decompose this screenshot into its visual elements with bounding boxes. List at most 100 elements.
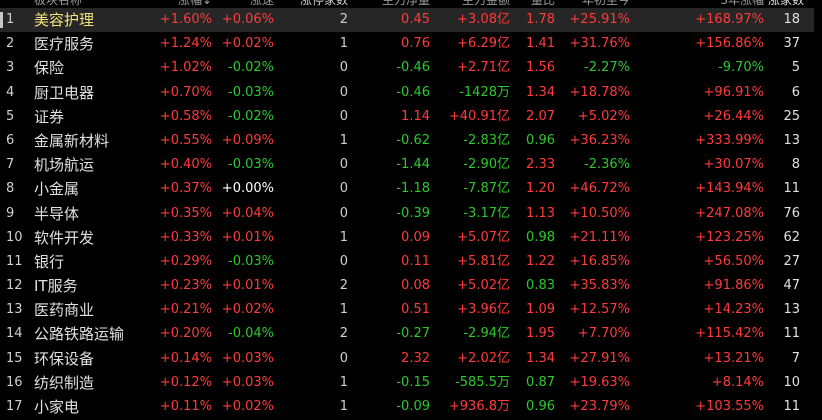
net-amount: +936.8万 [448,399,510,414]
net-volume: 0.76 [401,36,430,52]
net-amount: -1428万 [459,84,510,100]
net-amount: +2.71亿 [457,60,510,76]
header-net-volume[interactable]: 主力净量 [368,0,430,8]
table-row[interactable]: 16 纺织制造 +0.12% +0.03% 1 -0.15 -585.5万 0.87 +19.6… [0,371,822,395]
change-speed: +0.01% [221,229,274,245]
header-name[interactable]: 板块名称 [34,0,154,8]
table-body: 1 美容护理 +1.60% +0.06% 2 0.45 +3.08亿 1.78 +25.91% +… [0,8,822,419]
ytd-change: +36.23% [569,132,630,148]
header-speed[interactable]: 涨速 [212,0,274,8]
header-rising-count[interactable]: 涨家数 [768,0,804,8]
change-pct: +0.55% [159,132,212,148]
sector-name: 公路铁路运输 [34,325,125,344]
header-ytd[interactable]: 年初至今 [560,0,630,8]
table-row[interactable]: 10 软件开发 +0.33% +0.01% 1 0.09 +5.07亿 0.98 +21.11%… [0,226,822,250]
three-year-change: +26.44% [703,108,764,124]
net-volume: -0.46 [396,84,430,100]
row-index: 4 [6,84,15,100]
volume-ratio: 1.22 [526,253,555,269]
row-index: 15 [6,350,23,366]
three-year-change: +14.23% [703,302,764,318]
change-pct: +0.20% [159,326,212,342]
ytd-change: +31.76% [569,36,630,52]
net-volume: -0.39 [396,205,430,221]
change-speed: +0.02% [221,302,274,318]
table-row[interactable]: 15 环保设备 +0.14% +0.03% 0 2.32 +2.02亿 1.34 +27.91%… [0,347,822,371]
ytd-change: +21.11% [569,229,630,245]
volume-ratio: 1.34 [526,350,555,366]
table-row[interactable]: 13 医药商业 +0.21% +0.02% 1 0.51 +3.96亿 1.09 +12.57%… [0,298,822,322]
sector-name: 厨卫电器 [34,83,95,102]
ytd-change: +25.91% [569,12,630,27]
scrollbar[interactable] [814,0,822,420]
header-volume-ratio[interactable]: 量比 [512,0,555,8]
three-year-change: +30.07% [703,157,764,173]
limit-up-count: 1 [339,302,348,318]
limit-up-count: 0 [339,253,348,269]
sector-name: 软件开发 [34,228,95,247]
change-speed: +0.00% [221,181,274,197]
three-year-change: +8.14% [711,374,764,390]
sector-name: 小金属 [34,180,80,199]
table-row[interactable]: 3 保险 +1.02% -0.02% 0 -0.46 +2.71亿 1.56 -2.27% -9.… [0,56,822,80]
limit-up-count: 0 [339,108,348,124]
rising-count: 13 [783,132,800,148]
net-amount: +5.07亿 [457,229,510,245]
table-row[interactable]: 12 IT服务 +0.23% +0.01% 2 0.08 +5.02亿 0.83 +35.83%… [0,274,822,298]
table-row[interactable]: 5 证券 +0.58% -0.02% 0 1.14 +40.91亿 2.07 +5.02% +26… [0,105,822,129]
header-pct[interactable]: 涨幅↓ [150,0,212,8]
three-year-change: +156.86% [695,36,764,52]
change-speed: +0.06% [221,12,274,27]
table-row[interactable]: 1 美容护理 +1.60% +0.06% 2 0.45 +3.08亿 1.78 +25.91% +… [0,8,822,33]
net-volume: 0.09 [401,229,430,245]
change-speed: +0.03% [221,350,274,366]
table-row[interactable]: 17 小家电 +0.11% +0.02% 1 -0.09 +936.8万 0.96 +23.79… [0,395,822,419]
three-year-change: +56.50% [703,253,764,269]
limit-up-count: 1 [339,132,348,148]
ytd-change: +16.85% [569,253,630,269]
sector-name: IT服务 [34,277,78,296]
change-pct: +0.35% [159,205,212,221]
net-amount: +6.29亿 [457,36,510,52]
three-year-change: +103.55% [695,399,764,414]
table-row[interactable]: 7 机场航运 +0.40% -0.03% 0 -1.44 -2.90亿 2.33 -2.36% +… [0,153,822,177]
change-pct: +0.29% [159,253,212,269]
sector-quote-table: 板块名称 涨幅↓ 涨速 涨停家数 主力净量 主力金额 量比 年初至今 3年涨幅 … [0,0,822,419]
table-row[interactable]: 8 小金属 +0.37% +0.00% 0 -1.18 -7.87亿 1.20 +46.72% +… [0,177,822,201]
limit-up-count: 2 [339,326,348,342]
table-row[interactable]: 6 金属新材料 +0.55% +0.09% 1 -0.62 -2.83亿 0.96 +36.23… [0,129,822,153]
rising-count: 27 [783,253,800,269]
net-amount: +5.02亿 [457,278,510,294]
three-year-change: +96.91% [703,84,764,100]
table-row[interactable]: 2 医疗服务 +1.24% +0.02% 1 0.76 +6.29亿 1.41 +31.76% +… [0,32,822,56]
three-year-change: +247.08% [695,205,764,221]
limit-up-count: 1 [339,374,348,390]
rising-count: 11 [783,181,800,197]
row-index: 8 [6,181,15,197]
net-volume: -0.09 [396,399,430,414]
table-row[interactable]: 14 公路铁路运输 +0.20% -0.04% 2 -0.27 -2.94亿 1.95 +7.7… [0,322,822,346]
header-net-amount[interactable]: 主力金额 [432,0,510,8]
change-pct: +0.12% [159,374,212,390]
table-row[interactable]: 4 厨卫电器 +0.70% -0.03% 0 -0.46 -1428万 1.34 +18.78%… [0,81,822,105]
header-limit-count[interactable]: 涨停家数 [300,0,348,8]
change-speed: +0.09% [221,132,274,148]
net-volume: 0.51 [401,302,430,318]
table-row[interactable]: 9 半导体 +0.35% +0.04% 0 -0.39 -3.17亿 1.13 +10.50% +… [0,202,822,226]
table-row[interactable]: 11 银行 +0.29% -0.03% 0 0.11 +5.81亿 1.22 +16.85% +5… [0,250,822,274]
sector-name: 美容护理 [34,11,95,29]
change-pct: +1.60% [159,12,212,27]
change-speed: +0.02% [221,36,274,52]
header-3y[interactable]: 3年涨幅 [640,0,764,8]
row-index: 12 [6,278,23,294]
net-amount: +5.81亿 [457,253,510,269]
limit-up-count: 0 [339,181,348,197]
change-speed: +0.02% [221,399,274,414]
net-amount: -3.17亿 [463,205,510,221]
change-speed: +0.04% [221,205,274,221]
net-volume: 0.08 [401,278,430,294]
three-year-change: +115.42% [695,326,764,342]
change-pct: +0.37% [159,181,212,197]
ytd-change: +27.91% [569,350,630,366]
net-volume: -1.44 [396,157,430,173]
